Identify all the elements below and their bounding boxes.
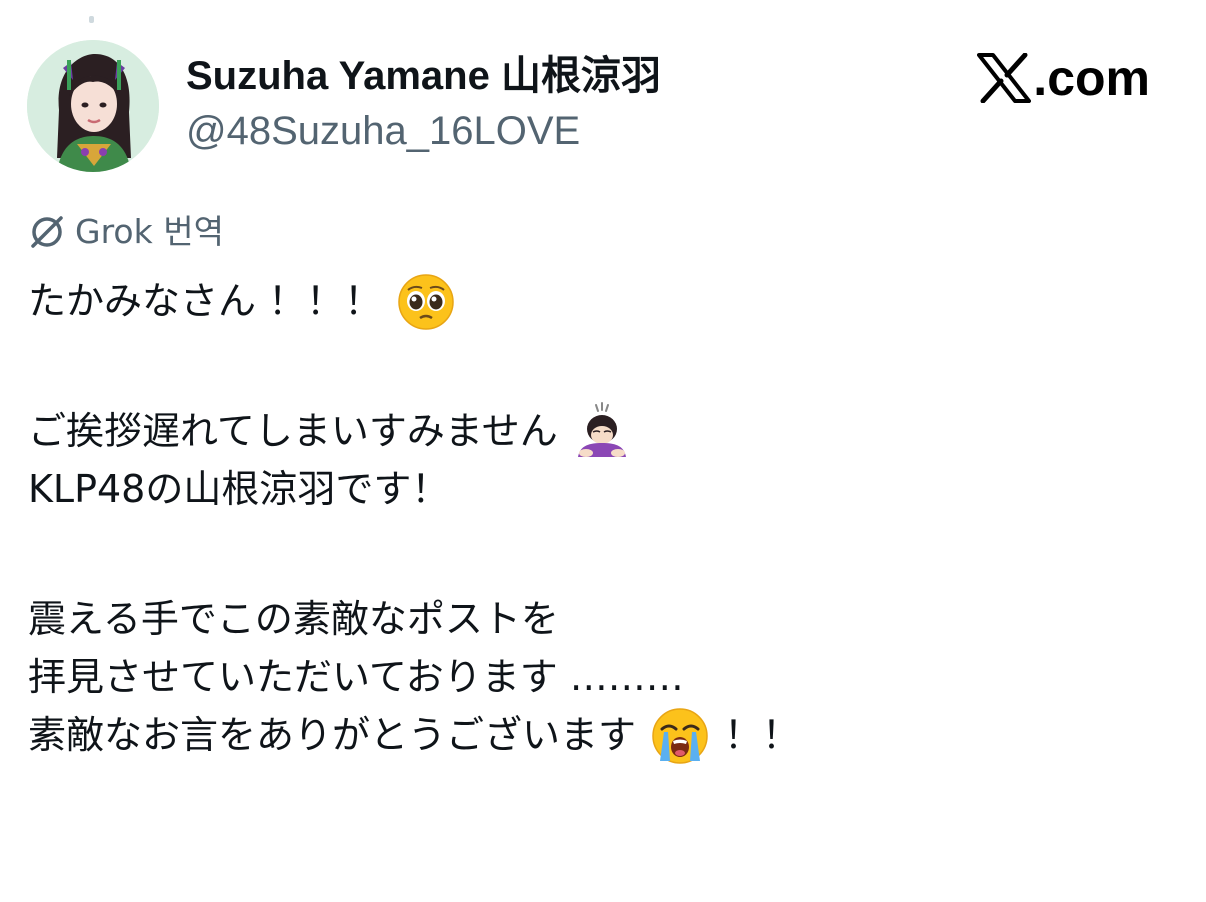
post-line-6-exclamations: ！！ — [724, 713, 801, 757]
author-handle[interactable]: @48Suzuha_16LOVE — [186, 106, 580, 156]
post-line-1-text: たかみなさん ！！！ — [28, 279, 383, 323]
post-text: たかみなさん ！！！ ご挨拶遅れてしまいすみません KLP48の山根涼羽です！ … — [28, 272, 1178, 764]
person-bowing-emoji-icon — [572, 401, 632, 461]
post-line-5: 拝見させていただいております ……… — [28, 648, 1178, 706]
post-line-6: 素敵なお言をありがとうございます ！！ — [28, 706, 1178, 764]
x-logo-icon — [977, 53, 1032, 103]
top-indicator-dot — [89, 16, 94, 23]
x-com-brand: .com — [977, 50, 1150, 106]
grok-translation-link[interactable]: Grok 번역 — [27, 210, 224, 254]
grok-icon — [31, 216, 63, 248]
post-line-1: たかみなさん ！！！ — [28, 272, 1178, 330]
post-line-4: 震える手でこの素敵なポストを — [28, 590, 1178, 648]
translation-label: Grok 번역 — [75, 212, 224, 251]
profile-photo-icon — [27, 40, 159, 172]
post-line-5-text: 拝見させていただいております ……… — [28, 655, 684, 699]
post-line-4-text: 震える手でこの素敵なポストを — [28, 597, 559, 641]
brand-domain-label: .com — [1033, 50, 1150, 106]
post-line-3-text: KLP48の山根涼羽です！ — [28, 467, 450, 511]
loudly-crying-face-emoji-icon — [650, 705, 710, 765]
post-line-2-text: ご挨拶遅れてしまいすみません — [28, 409, 558, 453]
post-line-2: ご挨拶遅れてしまいすみません — [28, 402, 1178, 460]
author-display-name[interactable]: Suzuha Yamane 山根涼羽 — [186, 52, 661, 100]
pleading-face-emoji-icon — [396, 271, 456, 331]
post-line-3: KLP48の山根涼羽です！ — [28, 460, 1178, 518]
post-line-6-text: 素敵なお言をありがとうございます — [28, 713, 637, 757]
avatar[interactable] — [27, 40, 159, 172]
